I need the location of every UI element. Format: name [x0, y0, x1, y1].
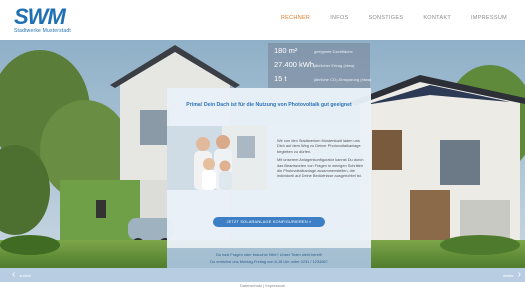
- logo-mark: SWM: [14, 4, 66, 29]
- nav-item-infos[interactable]: INFOS: [320, 15, 358, 21]
- prev-label: zurück: [19, 272, 32, 278]
- nav-item-impressum[interactable]: IMPRESSUM: [461, 15, 517, 21]
- bottom-nav-bar: [0, 268, 525, 282]
- stat-label: jährliche CO₂-Einsparung (etwa): [314, 77, 372, 82]
- contact-strip: Du hast Fragen oder brauchst Hilfe? Unse…: [167, 248, 371, 268]
- result-description: Wir von den Stadtwerken Musterstadt lade…: [277, 138, 367, 182]
- stat-value: 15 t: [274, 74, 287, 83]
- family-photo-illustration: [167, 126, 267, 190]
- header: SWM Stadtwerke Musterstadt RECHNER INFOS…: [0, 0, 525, 41]
- result-panel: Prima! Dein Dach ist für die Nutzung von…: [167, 88, 371, 248]
- logo-subtitle: Stadtwerke Musterstadt: [14, 28, 71, 34]
- stat-row-yield: 27.400 kWh jährlicher Ertrag (etwa): [274, 60, 354, 69]
- stat-row-area: 180 m² geeignete Dachfläche: [274, 46, 353, 55]
- chevron-left-icon: ‹: [12, 269, 16, 280]
- next-label: weiter: [502, 272, 514, 278]
- footer-links[interactable]: Datenschutz | Impressum: [0, 283, 525, 288]
- prev-button[interactable]: ‹ zurück: [12, 268, 31, 282]
- nav-item-kontakt[interactable]: KONTAKT: [413, 15, 461, 21]
- contact-line: Du hast Fragen oder brauchst Hilfe? Unse…: [215, 252, 323, 257]
- nav-item-sonstiges[interactable]: SONSTIGES: [359, 15, 414, 21]
- result-title: Prima! Dein Dach ist für die Nutzung von…: [186, 102, 352, 108]
- configure-button[interactable]: JETZT SOLARANLAGE KONFIGURIEREN »: [213, 217, 325, 227]
- chevron-right-icon: ›: [517, 269, 521, 280]
- footer: Datenschutz | Impressum: [0, 282, 525, 290]
- roof-stats-box: 180 m² geeignete Dachfläche 27.400 kWh j…: [268, 43, 371, 88]
- stat-label: jährlicher Ertrag (etwa): [314, 63, 355, 68]
- stat-row-co2: 15 t jährliche CO₂-Einsparung (etwa): [274, 74, 371, 83]
- nav-item-rechner[interactable]: RECHNER: [271, 15, 320, 21]
- description-paragraph: Mit unserem Anlagenkonfigurator kannst D…: [277, 157, 364, 179]
- description-paragraph: Wir von den Stadtwerken Musterstadt lade…: [277, 138, 361, 154]
- stat-value: 27.400 kWh: [274, 60, 315, 69]
- stat-value: 180 m²: [274, 46, 298, 55]
- family-photo: [167, 126, 267, 190]
- contact-line: Du erreichst uns Montag-Freitag von 8-18…: [210, 259, 328, 264]
- main-nav: RECHNER INFOS SONSTIGES KONTAKT IMPRESSU…: [271, 15, 517, 21]
- logo[interactable]: SWM Stadtwerke Musterstadt: [14, 4, 71, 35]
- page: SWM Stadtwerke Musterstadt RECHNER INFOS…: [0, 0, 525, 290]
- next-button[interactable]: weiter ›: [503, 268, 521, 282]
- stat-label: geeignete Dachfläche: [314, 49, 353, 54]
